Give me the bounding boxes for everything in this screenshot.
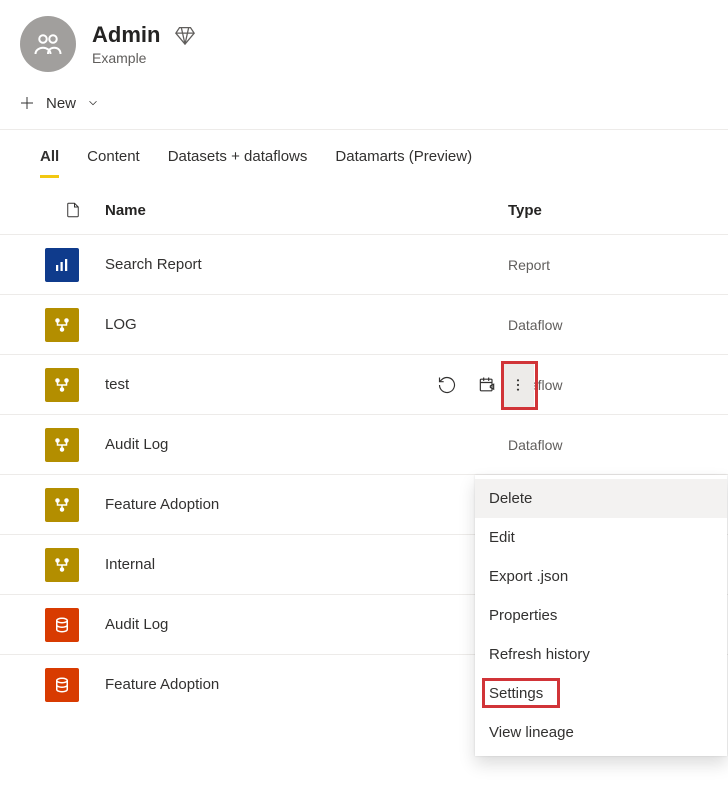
table-row[interactable]: LOG Dataflow bbox=[0, 294, 728, 354]
dataflow-icon bbox=[45, 428, 79, 462]
file-icon bbox=[64, 200, 82, 220]
column-type-header[interactable]: Type bbox=[508, 202, 688, 219]
workspace-header: Admin Example bbox=[0, 0, 728, 80]
menu-item-export-json[interactable]: Export .json bbox=[475, 557, 727, 596]
item-name[interactable]: Internal bbox=[105, 556, 508, 573]
item-type: Dataflow bbox=[508, 317, 688, 333]
new-button-label: New bbox=[46, 95, 76, 112]
item-name[interactable]: Audit Log bbox=[105, 436, 508, 453]
item-type: Report bbox=[508, 257, 688, 273]
item-name[interactable]: Audit Log bbox=[105, 616, 508, 633]
tab-datasets-dataflows[interactable]: Datasets + dataflows bbox=[168, 148, 308, 178]
workspace-subtitle: Example bbox=[92, 50, 196, 66]
workspace-avatar bbox=[20, 16, 76, 72]
item-name[interactable]: Feature Adoption bbox=[105, 496, 508, 513]
table-row[interactable]: Search Report Report bbox=[0, 234, 728, 294]
item-type: Dataflow bbox=[508, 437, 688, 453]
annotation-highlight bbox=[482, 678, 560, 708]
toolbar: New bbox=[0, 80, 728, 130]
table-header: Name Type bbox=[0, 178, 728, 234]
item-name[interactable]: Search Report bbox=[105, 256, 508, 273]
people-icon bbox=[33, 29, 63, 59]
menu-item-settings[interactable]: Settings bbox=[475, 674, 727, 713]
workspace-title: Admin bbox=[92, 22, 160, 48]
schedule-refresh-button[interactable] bbox=[476, 374, 498, 396]
premium-diamond-icon bbox=[174, 24, 196, 46]
dataflow-icon bbox=[45, 368, 79, 402]
menu-item-refresh-history[interactable]: Refresh history bbox=[475, 635, 727, 674]
table-row[interactable]: test Dataflow bbox=[0, 354, 728, 414]
column-name-header[interactable]: Name bbox=[105, 202, 508, 219]
chevron-down-icon bbox=[86, 96, 100, 110]
plus-icon bbox=[18, 94, 36, 112]
item-name[interactable]: Feature Adoption bbox=[105, 676, 508, 693]
menu-item-edit[interactable]: Edit bbox=[475, 518, 727, 557]
dataset-icon bbox=[45, 608, 79, 642]
annotation-highlight bbox=[501, 361, 538, 410]
context-menu: Delete Edit Export .json Properties Refr… bbox=[475, 475, 727, 756]
refresh-now-button[interactable] bbox=[436, 374, 458, 396]
report-icon bbox=[45, 248, 79, 282]
dataflow-icon bbox=[45, 548, 79, 582]
dataflow-icon bbox=[45, 488, 79, 522]
dataset-icon bbox=[45, 668, 79, 702]
tab-content[interactable]: Content bbox=[87, 148, 140, 178]
dataflow-icon bbox=[45, 308, 79, 342]
table-row[interactable]: Audit Log Dataflow bbox=[0, 414, 728, 474]
tabs: All Content Datasets + dataflows Datamar… bbox=[0, 130, 728, 178]
tab-all[interactable]: All bbox=[40, 148, 59, 178]
item-name[interactable]: LOG bbox=[105, 316, 508, 333]
tab-datamarts[interactable]: Datamarts (Preview) bbox=[335, 148, 472, 178]
menu-item-view-lineage[interactable]: View lineage bbox=[475, 713, 727, 752]
new-button[interactable]: New bbox=[18, 94, 100, 112]
menu-item-delete[interactable]: Delete bbox=[475, 479, 727, 518]
menu-item-properties[interactable]: Properties bbox=[475, 596, 727, 635]
